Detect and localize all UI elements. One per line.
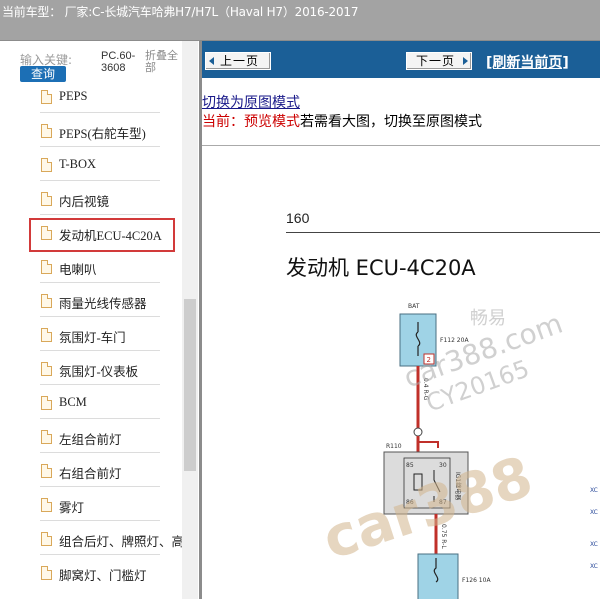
pc-code-label: PC.60-3608	[101, 50, 136, 74]
connector-code: XC	[590, 563, 598, 570]
sidebar: 输入关键: 查询 PC.60-3608 折叠全部 PEPS PEPS(右舵车型)…	[0, 41, 200, 599]
document-icon	[41, 158, 52, 172]
tree-item-divider	[40, 112, 160, 113]
document-icon	[41, 532, 52, 546]
relay-pin85: 85	[406, 462, 414, 469]
top-bar: 当前车型： 厂家:C-长城汽车哈弗H7/H7L（Haval H7）2016-20…	[0, 0, 600, 41]
tree-item-label: 发动机ECU-4C20A	[59, 229, 162, 243]
document-icon	[41, 362, 52, 376]
current-mode-label: 当前：预览模式	[202, 114, 300, 130]
bat-label: BAT	[408, 303, 420, 310]
relay-label: R110	[386, 443, 402, 450]
document-icon	[41, 124, 52, 138]
tree-item-divider	[40, 282, 160, 283]
tree-item-label: PEPS(右舵车型)	[59, 127, 146, 141]
sidebar-scrollbar[interactable]	[182, 41, 198, 599]
tree-item[interactable]: 电喇叭	[0, 251, 182, 283]
tree-item-divider	[40, 520, 160, 521]
tree-item[interactable]: 氛围灯-车门	[0, 319, 182, 351]
tree-item[interactable]: 雾灯	[0, 489, 182, 521]
splice-node	[413, 427, 423, 437]
tree-item[interactable]: 右组合前灯	[0, 455, 182, 487]
tree-item-label: 脚窝灯、门槛灯	[59, 569, 147, 583]
tree-item-label: 雨量光线传感器	[59, 297, 147, 311]
tree-item[interactable]: PEPS(右舵车型)	[0, 115, 182, 147]
document-icon	[41, 260, 52, 274]
document-icon	[41, 328, 52, 342]
tree-item-divider	[40, 316, 160, 317]
document-icon	[41, 430, 52, 444]
tree-item-label: 氛围灯-仪表板	[59, 365, 139, 379]
tree-item-label: 电喇叭	[59, 263, 97, 277]
tree-item-label: 左组合前灯	[59, 433, 122, 447]
prev-page-label: 上一页	[220, 54, 260, 68]
tree-item-divider	[40, 180, 160, 181]
tree-item[interactable]: 左组合前灯	[0, 421, 182, 453]
tree-item-divider	[40, 554, 160, 555]
refresh-page-link[interactable]: [刷新当前页]	[486, 52, 569, 72]
tree-item-divider	[40, 486, 160, 487]
tree-item-divider	[40, 146, 160, 147]
mode-tip: 若需看大图，切换至原图模式	[300, 114, 482, 130]
document-icon	[41, 566, 52, 580]
tree-item-label: 右组合前灯	[59, 467, 122, 481]
document-icon	[41, 90, 52, 104]
tree-item-divider	[40, 214, 160, 215]
tree-item[interactable]: PEPS	[0, 81, 182, 113]
tree-item-label: 氛围灯-车门	[59, 331, 126, 345]
next-page-button[interactable]: 下一页	[406, 52, 472, 70]
document-icon	[41, 226, 52, 240]
tree-item[interactable]: 内后视镜	[0, 183, 182, 215]
tree-item-label: 雾灯	[59, 501, 85, 515]
tree-item[interactable]: 雨量光线传感器	[0, 285, 182, 317]
scrollbar-thumb[interactable]	[184, 299, 196, 471]
wiring-diagram-page: 160 发动机 ECU-4C20A BAT 2 F112 20A 0.4 R-G…	[202, 145, 600, 599]
wire-splice	[417, 436, 439, 448]
connector-code: XC	[590, 541, 598, 548]
tree-item-divider	[40, 350, 160, 351]
collapse-all-link[interactable]: 折叠全部	[145, 50, 185, 74]
connector-code: XC	[590, 487, 598, 494]
vehicle-model-title: 当前车型： 厂家:C-长城汽车哈弗H7/H7L（Haval H7）2016-20…	[2, 5, 359, 19]
tree-item-label: T-BOX	[59, 157, 97, 171]
tree-item[interactable]: T-BOX	[0, 149, 182, 181]
search-button[interactable]: 查询	[20, 66, 66, 82]
tree-item-label: 组合后灯、牌照灯、高	[59, 535, 185, 549]
main-content: 上一页 下一页 [刷新当前页] 切换为原图模式 当前：预览模式若需看大图，切换至…	[202, 41, 600, 599]
tree-item[interactable]: 组合后灯、牌照灯、高	[0, 523, 185, 555]
mode-status: 当前：预览模式若需看大图，切换至原图模式	[202, 111, 482, 131]
arrow-left-icon	[209, 57, 214, 65]
tree-item-divider	[40, 384, 160, 385]
fuse-f126-label: F126 10A	[462, 577, 491, 584]
document-icon	[41, 294, 52, 308]
original-mode-link[interactable]: 切换为原图模式	[202, 92, 300, 112]
tree-item-label: BCM	[59, 395, 87, 409]
tree-item[interactable]: 氛围灯-仪表板	[0, 353, 182, 385]
tree-item[interactable]: BCM	[0, 387, 182, 419]
document-icon	[41, 464, 52, 478]
document-icon	[41, 192, 52, 206]
document-icon	[41, 498, 52, 512]
next-page-label: 下一页	[416, 54, 456, 68]
tree-item-divider	[40, 418, 160, 419]
document-icon	[41, 396, 52, 410]
tree-item-label: 内后视镜	[59, 195, 110, 209]
prev-page-button[interactable]: 上一页	[205, 52, 271, 70]
arrow-right-icon	[463, 57, 468, 65]
tree-item-label: PEPS	[59, 89, 88, 103]
page-navbar: 上一页 下一页 [刷新当前页]	[202, 41, 600, 78]
tree-item-divider	[40, 452, 160, 453]
tree-item-selected[interactable]: 发动机ECU-4C20A	[0, 217, 182, 252]
fuse-f126-box	[417, 553, 459, 599]
connector-code: XC	[590, 509, 598, 516]
tree-item[interactable]: 脚窝灯、门槛灯	[0, 557, 182, 589]
